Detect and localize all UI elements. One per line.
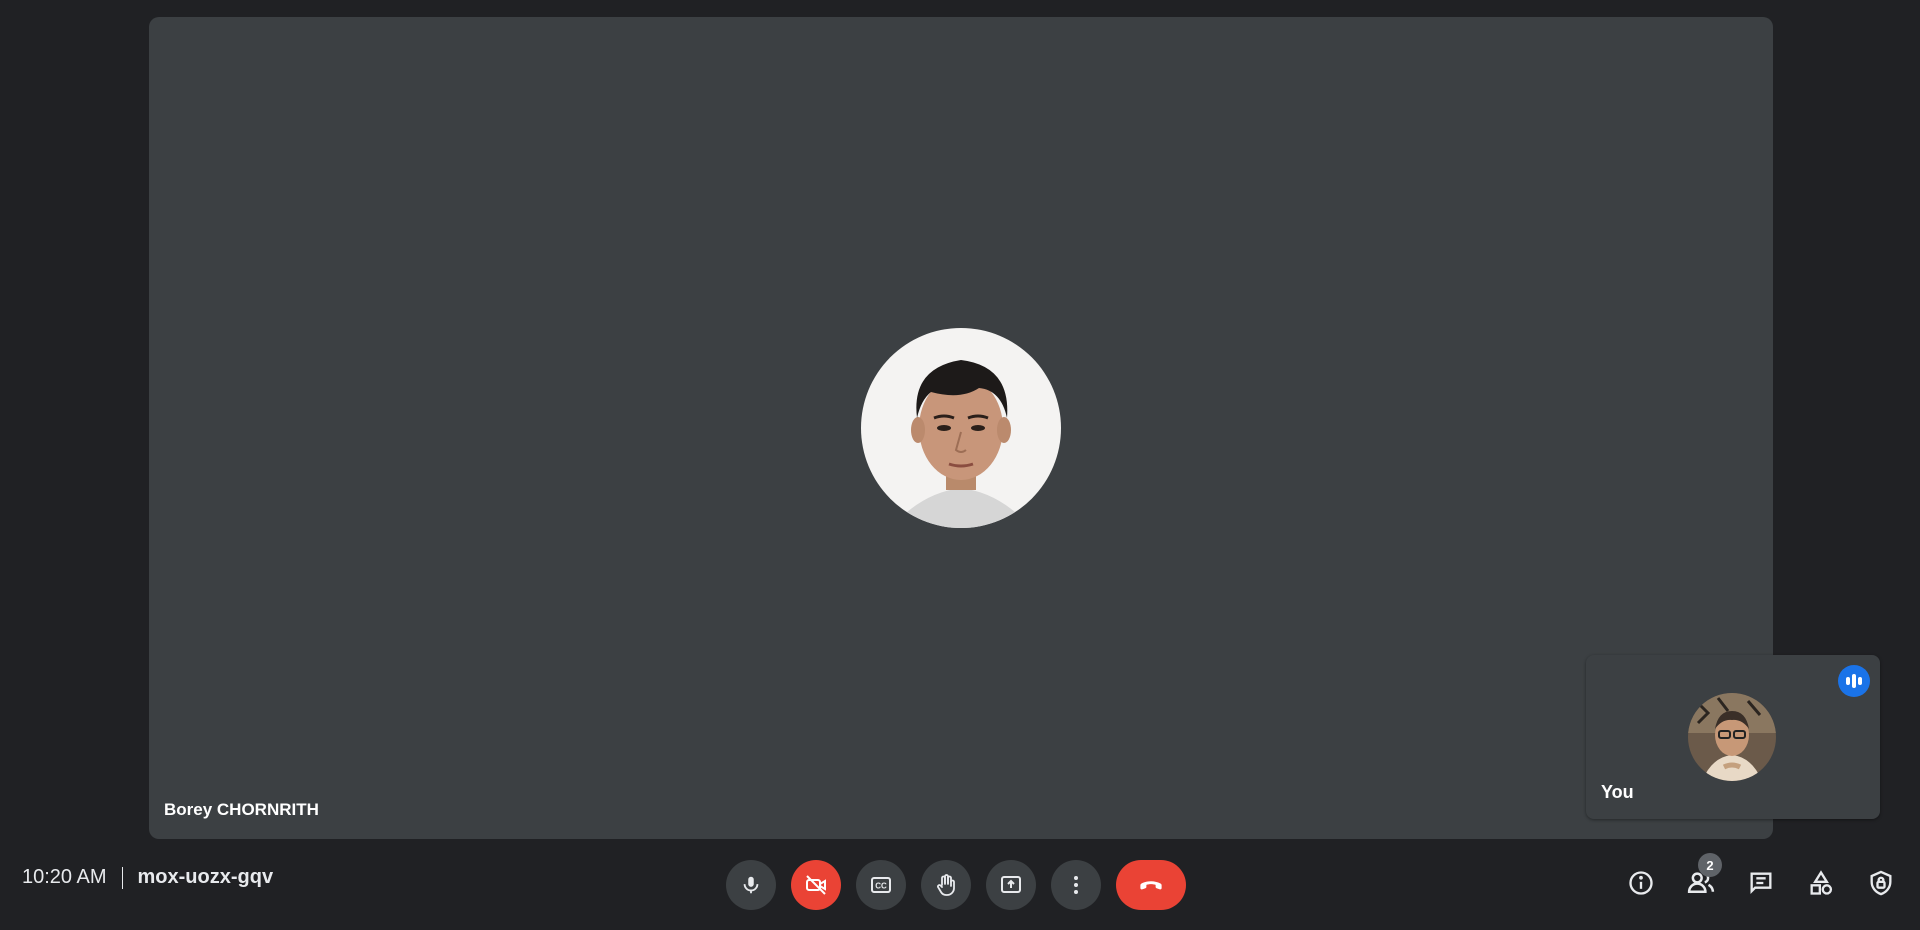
info-icon xyxy=(1629,871,1653,895)
side-controls: 2 xyxy=(1624,853,1898,900)
leave-call-button[interactable] xyxy=(1116,860,1186,910)
speaking-indicator-icon xyxy=(1838,665,1870,697)
captions-icon: CC xyxy=(871,877,891,893)
meeting-info: 10:20 AM mox-uozx-gqv xyxy=(22,866,273,889)
meeting-time: 10:20 AM xyxy=(22,866,107,888)
captions-button[interactable]: CC xyxy=(856,860,906,910)
activities-button[interactable] xyxy=(1804,866,1838,900)
present-screen-button[interactable] xyxy=(986,860,1036,910)
chat-icon xyxy=(1750,872,1772,894)
camera-toggle-button[interactable] xyxy=(791,860,841,910)
host-controls-button[interactable] xyxy=(1864,866,1898,900)
camera-off-icon xyxy=(806,875,826,895)
more-options-button[interactable] xyxy=(1051,860,1101,910)
call-controls: CC xyxy=(726,860,1186,910)
shield-lock-icon xyxy=(1870,870,1892,896)
divider xyxy=(121,866,123,889)
raise-hand-button[interactable] xyxy=(921,860,971,910)
meeting-details-button[interactable] xyxy=(1624,866,1658,900)
people-button[interactable]: 2 xyxy=(1684,853,1722,900)
participant-avatar xyxy=(861,328,1061,528)
participant-name: Borey CHORNRITH xyxy=(164,800,319,819)
participant-count-badge: 2 xyxy=(1698,853,1722,877)
microphone-icon xyxy=(743,876,759,894)
control-bar: 10:20 AM mox-uozx-gqv CC 2 xyxy=(0,842,1920,930)
self-avatar xyxy=(1688,693,1776,781)
self-label: You xyxy=(1601,782,1634,802)
main-participant-tile: Borey CHORNRITH xyxy=(149,17,1773,839)
svg-text:CC: CC xyxy=(875,882,887,891)
hand-icon xyxy=(937,874,955,896)
meeting-code: mox-uozx-gqv xyxy=(137,866,274,888)
hang-up-icon xyxy=(1140,881,1162,890)
activities-icon xyxy=(1810,870,1833,895)
more-options-icon xyxy=(1074,876,1078,894)
chat-button[interactable] xyxy=(1744,866,1778,900)
present-screen-icon xyxy=(1001,876,1021,893)
microphone-button[interactable] xyxy=(726,860,776,910)
self-view-tile[interactable]: You xyxy=(1586,655,1880,819)
